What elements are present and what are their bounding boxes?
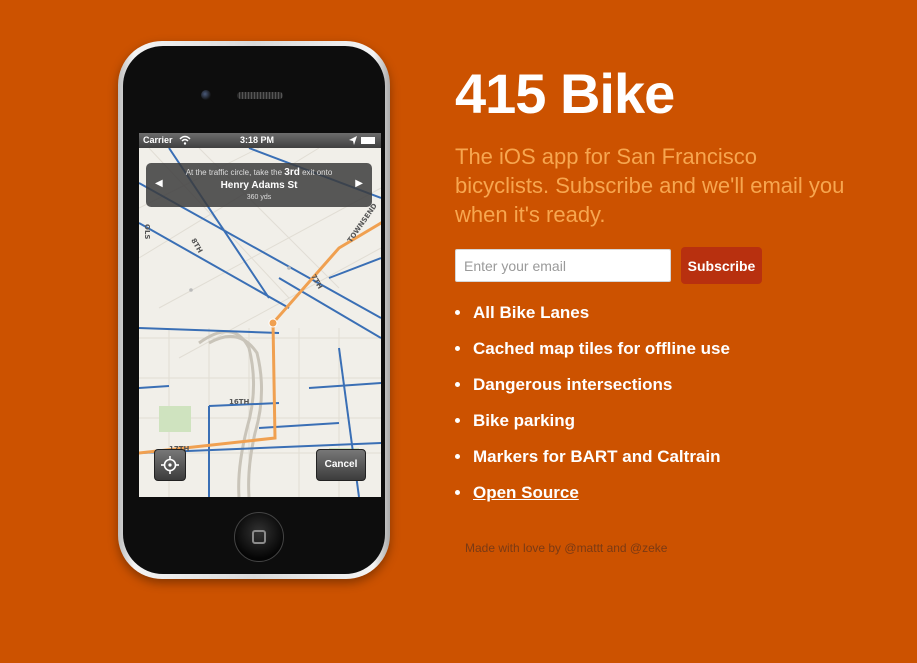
iphone-mockup: Carrier 3:18 PM 8TH 7TH 16TH TOWNSEND OL…	[118, 41, 390, 579]
instruction-suffix: exit onto	[302, 168, 333, 177]
bullet-icon	[455, 454, 460, 459]
wifi-icon	[179, 135, 191, 145]
home-square-icon	[252, 530, 266, 544]
crosshair-icon	[161, 456, 179, 474]
speaker-grille	[237, 92, 283, 99]
carrier-label: Carrier	[143, 135, 173, 145]
map-label-folsom: OLS	[143, 224, 151, 239]
footer-credits: Made with love by @mattt and @zeke	[465, 541, 668, 555]
feature-label: Cached map tiles for offline use	[473, 339, 730, 358]
email-field[interactable]	[455, 249, 671, 282]
map-label-16th: 16TH	[229, 398, 250, 406]
bullet-icon	[455, 382, 460, 387]
feature-item: Open Source	[455, 480, 730, 516]
feature-item: All Bike Lanes	[455, 300, 730, 336]
cancel-button[interactable]: Cancel	[316, 449, 366, 481]
bullet-icon	[455, 346, 460, 351]
home-button	[234, 512, 284, 562]
feature-item: Cached map tiles for offline use	[455, 336, 730, 372]
next-step-icon[interactable]: ▶	[355, 178, 363, 189]
feature-item: Markers for BART and Caltrain	[455, 444, 730, 480]
instruction-exit: 3rd	[284, 167, 300, 178]
tagline: The iOS app for San Francisco bicyclists…	[455, 144, 845, 227]
feature-label: Bike parking	[473, 411, 576, 430]
location-arrow-icon	[349, 136, 357, 145]
locate-me-button[interactable]	[154, 449, 186, 481]
feature-item: Bike parking	[455, 408, 730, 444]
feature-list: All Bike Lanes Cached map tiles for offl…	[455, 300, 730, 516]
status-bar: Carrier 3:18 PM	[139, 133, 381, 148]
distance-label: 360 yds	[246, 194, 272, 201]
feature-label: Dangerous intersections	[473, 375, 673, 394]
battery-icon	[361, 137, 375, 144]
feature-item: Dangerous intersections	[455, 372, 730, 408]
street-name: Henry Adams St	[220, 180, 298, 191]
open-source-link[interactable]: Open Source	[473, 483, 579, 502]
status-time: 3:18 PM	[240, 135, 275, 145]
turn-instruction-banner: ◀ At the traffic circle, take the 3rd ex…	[146, 163, 372, 207]
bullet-icon	[455, 310, 460, 315]
page-title: 415 Bike	[455, 62, 675, 125]
bullet-icon	[455, 490, 460, 495]
bullet-icon	[455, 418, 460, 423]
instruction-prefix: At the traffic circle, take the	[185, 168, 283, 177]
subscribe-button[interactable]: Subscribe	[681, 247, 762, 284]
phone-screen: Carrier 3:18 PM 8TH 7TH 16TH TOWNSEND OL…	[139, 133, 381, 497]
turn-instruction: At the traffic circle, take the 3rd exit…	[146, 167, 372, 178]
camera-icon	[201, 90, 211, 100]
feature-label: Markers for BART and Caltrain	[473, 447, 721, 466]
feature-label: All Bike Lanes	[473, 303, 590, 322]
phone-body: Carrier 3:18 PM 8TH 7TH 16TH TOWNSEND OL…	[123, 46, 385, 574]
